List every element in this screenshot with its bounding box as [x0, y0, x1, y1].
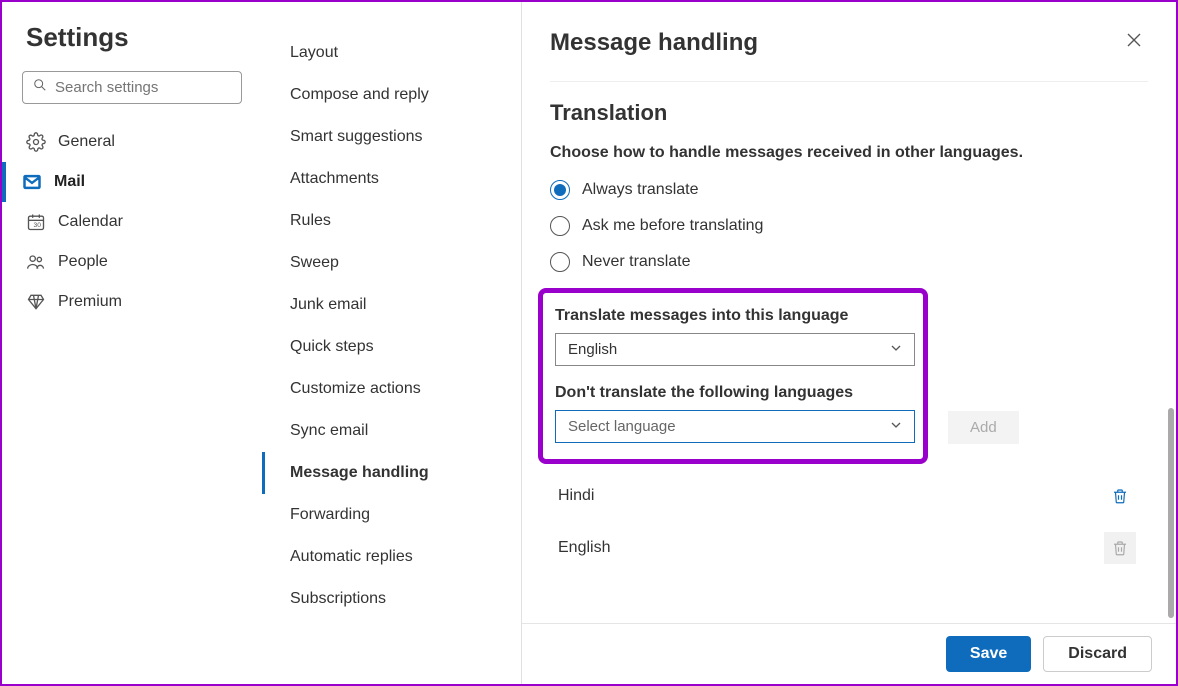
mid-nav-item[interactable]: Forwarding	[282, 494, 521, 536]
settings-sidebar: Settings General Mail 30 Calendar	[2, 2, 262, 684]
page-title: Message handling	[550, 29, 758, 57]
mid-nav-item[interactable]: Subscriptions	[282, 578, 521, 620]
mid-nav-item[interactable]: Rules	[282, 200, 521, 242]
nav-label: General	[58, 133, 115, 151]
radio-icon	[550, 216, 570, 236]
radio-icon	[550, 252, 570, 272]
translation-radio-option[interactable]: Always translate	[550, 180, 1148, 200]
delete-language-button	[1104, 532, 1136, 564]
mid-nav-item[interactable]: Junk email	[282, 284, 521, 326]
radio-icon	[550, 180, 570, 200]
diamond-icon	[26, 292, 46, 312]
add-language-button[interactable]: Add	[948, 411, 1019, 444]
nav-calendar[interactable]: 30 Calendar	[22, 202, 262, 242]
scrollbar-thumb[interactable]	[1168, 408, 1174, 618]
translate-into-select[interactable]: English	[555, 333, 915, 366]
search-icon	[33, 78, 55, 97]
delete-language-button[interactable]	[1104, 480, 1136, 512]
radio-label: Never translate	[582, 253, 691, 271]
section-description: Choose how to handle messages received i…	[550, 144, 1148, 162]
highlighted-region: Translate messages into this language En…	[538, 288, 928, 464]
nav-mail[interactable]: Mail	[2, 162, 262, 202]
chevron-down-icon	[890, 418, 902, 435]
mid-nav-item[interactable]: Automatic replies	[282, 536, 521, 578]
save-button[interactable]: Save	[946, 636, 1031, 672]
select-value: English	[568, 341, 617, 358]
mid-nav-item[interactable]: Sweep	[282, 242, 521, 284]
close-button[interactable]	[1120, 26, 1148, 59]
nav-label: Calendar	[58, 213, 123, 231]
translation-radio-option[interactable]: Never translate	[550, 252, 1148, 272]
dont-translate-label: Don't translate the following languages	[555, 384, 911, 402]
mid-nav-item[interactable]: Quick steps	[282, 326, 521, 368]
translate-into-label: Translate messages into this language	[555, 307, 911, 325]
nav-people[interactable]: People	[22, 242, 262, 282]
language-name: English	[558, 539, 610, 557]
mail-settings-nav: LayoutCompose and replySmart suggestions…	[262, 2, 522, 684]
mid-nav-item[interactable]: Smart suggestions	[282, 116, 521, 158]
chevron-down-icon	[890, 341, 902, 358]
nav-general[interactable]: General	[22, 122, 262, 162]
select-placeholder: Select language	[568, 418, 676, 435]
content-panel: Message handling Translation Choose how …	[522, 2, 1176, 684]
mid-nav-item[interactable]: Compose and reply	[282, 74, 521, 116]
footer-actions: Save Discard	[522, 623, 1176, 684]
settings-title: Settings	[22, 22, 262, 53]
mid-nav-item[interactable]: Attachments	[282, 158, 521, 200]
radio-label: Ask me before translating	[582, 217, 763, 235]
search-settings-input[interactable]	[55, 79, 231, 96]
calendar-icon: 30	[26, 212, 46, 232]
nav-premium[interactable]: Premium	[22, 282, 262, 322]
radio-label: Always translate	[582, 181, 699, 199]
section-title: Translation	[550, 100, 1148, 126]
search-settings-box[interactable]	[22, 71, 242, 104]
nav-label: People	[58, 253, 108, 271]
nav-label: Mail	[54, 173, 85, 191]
translation-radio-option[interactable]: Ask me before translating	[550, 216, 1148, 236]
discard-button[interactable]: Discard	[1043, 636, 1152, 672]
mid-nav-item[interactable]: Customize actions	[282, 368, 521, 410]
mail-icon	[22, 172, 42, 192]
svg-text:30: 30	[34, 222, 42, 229]
dont-translate-select[interactable]: Select language	[555, 410, 915, 443]
excluded-language-row: Hindi	[554, 470, 1140, 522]
divider	[550, 81, 1148, 82]
mid-nav-item[interactable]: Layout	[282, 32, 521, 74]
mid-nav-item[interactable]: Message handling	[262, 452, 521, 494]
nav-label: Premium	[58, 293, 122, 311]
mid-nav-item[interactable]: Sync email	[282, 410, 521, 452]
people-icon	[26, 252, 46, 272]
language-name: Hindi	[558, 487, 594, 505]
excluded-language-row: English	[554, 522, 1140, 574]
gear-icon	[26, 132, 46, 152]
